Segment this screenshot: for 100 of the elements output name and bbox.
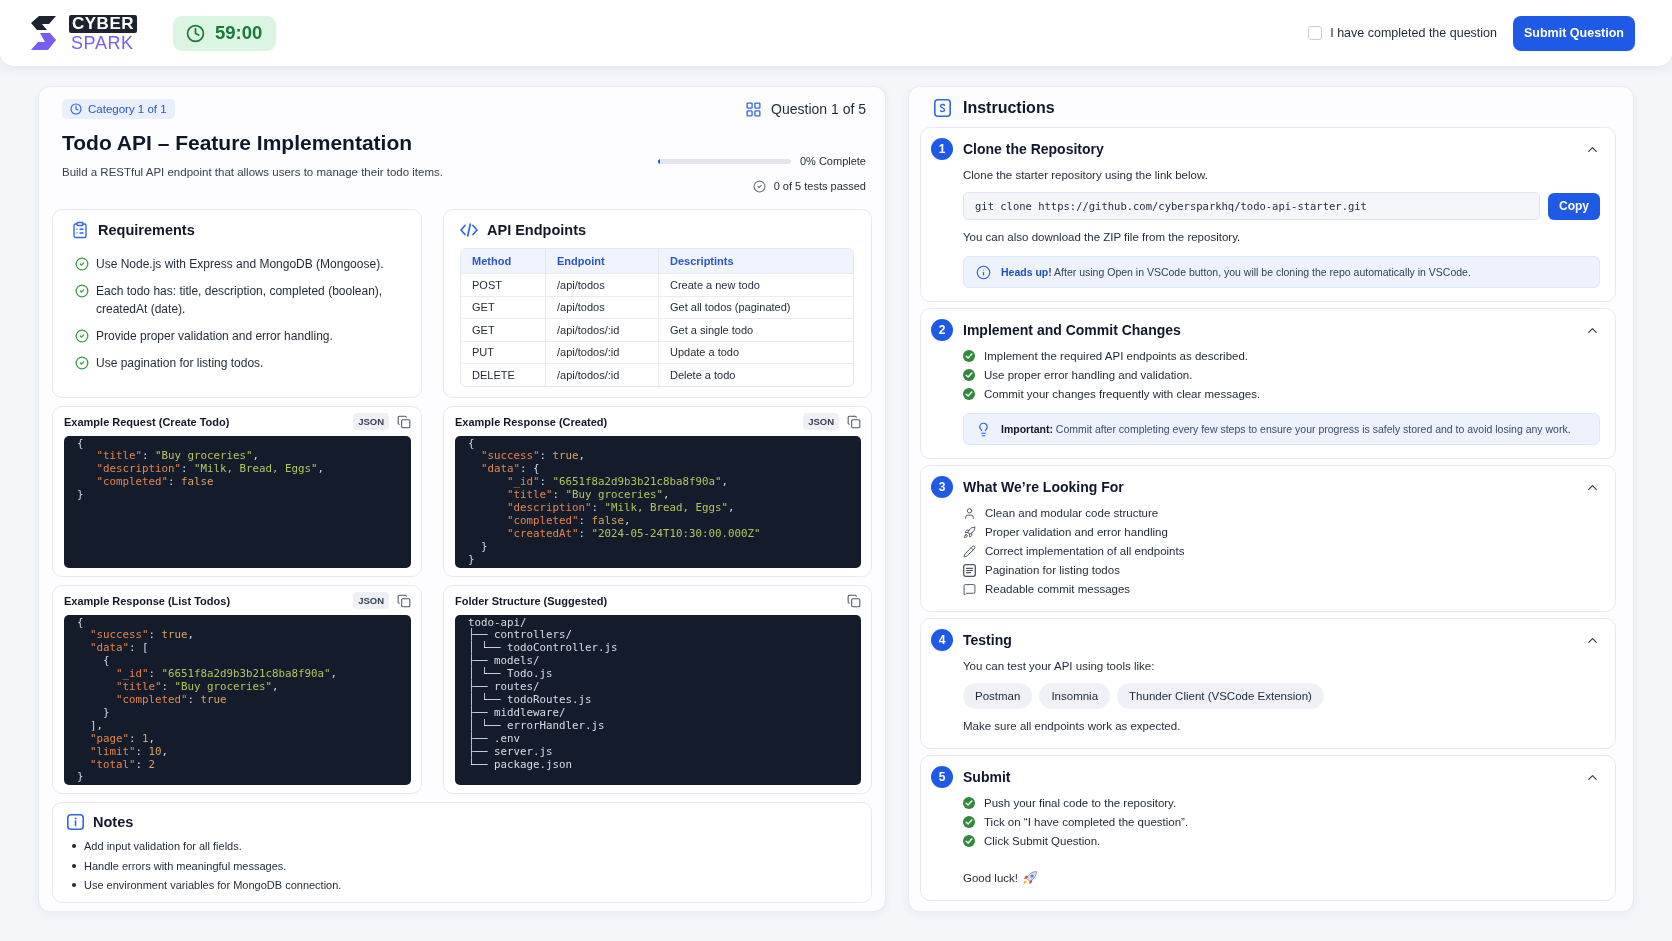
table-cell: /api/todos xyxy=(546,273,659,296)
copy-icon[interactable] xyxy=(847,414,861,429)
step-title: Clone the Repository xyxy=(963,141,1105,157)
note-text: Handle errors with meaningful messages. xyxy=(84,859,287,872)
lightbulb-icon xyxy=(976,421,991,437)
clock-icon xyxy=(186,23,205,43)
checklist-text: Commit your changes frequently with clear messages. xyxy=(984,388,1261,400)
bullet-icon xyxy=(72,863,76,868)
code-title: Example Response (Created) xyxy=(455,415,608,428)
code-icon xyxy=(460,223,478,237)
rocket-icon xyxy=(1022,870,1037,886)
document-icon xyxy=(934,99,951,117)
check-circle-icon xyxy=(963,350,975,362)
table-cell: Delete a todo xyxy=(659,363,853,386)
table-cell: /api/todos/:id xyxy=(546,318,659,341)
table-cell: /api/todos/:id xyxy=(546,340,659,363)
table-cell: Update a todo xyxy=(659,340,853,363)
table-cell: Get a single todo xyxy=(659,318,853,341)
tests-passed-text: 0 of 5 tests passed xyxy=(773,180,866,192)
question-description: Build a RESTful API endpoint that allows users to manage their todo items. xyxy=(62,165,443,180)
completed-checkbox[interactable] xyxy=(1308,26,1323,40)
checkbox-label: I have completed the question xyxy=(1330,26,1497,40)
rocket-icon xyxy=(963,525,976,539)
step-number: 1 xyxy=(931,138,953,160)
code-title: Folder Structure (Suggested) xyxy=(455,594,608,607)
logo-text: SPARK xyxy=(70,35,134,51)
code-block: { "success": true, "data": [ { "_id": "6651f8a2d9b3b21c8ba8f90a", "title": "Buy groceries", "completed": true } ], "page": 1, "limit": 10, "total": 2 } xyxy=(64,614,411,786)
copy-button[interactable]: Copy xyxy=(1548,192,1600,220)
check-circle-icon xyxy=(963,369,975,381)
info-icon xyxy=(67,814,84,831)
code-block: { "title": "Buy groceries", "description": "Milk, Bread, Eggs", "completed": false } xyxy=(64,435,411,568)
table-cell: GET xyxy=(461,318,546,341)
list-icon xyxy=(963,563,976,577)
note-text: Add input validation for all fields. xyxy=(84,840,242,853)
checklist-text: Implement the required API endpoints as described. xyxy=(984,350,1249,362)
table-cell: PUT xyxy=(461,340,546,363)
check-circle-icon xyxy=(963,388,975,400)
code-block: todo-api/ ├── controllers/ │ └── todoController.js ├── models/ │ └── Todo.js ├── routes/ │ └── todoRoutes.js ├── middleware/ │ └── errorHandler.js ├── .env ├── server.js └── package.json xyxy=(455,614,861,786)
tool-tag: Insomnia xyxy=(1039,683,1111,709)
table-cell: DELETE xyxy=(461,363,546,386)
tool-tag: Postman xyxy=(963,683,1033,709)
format-tag: JSON xyxy=(803,413,839,430)
card-title: Notes xyxy=(93,814,134,831)
copy-icon[interactable] xyxy=(397,414,411,429)
code-title: Example Request (Create Todo) xyxy=(64,415,230,428)
requirement-text: Use Node.js with Express and MongoDB (Mongoose). xyxy=(96,256,384,273)
table-cell: GET xyxy=(461,295,546,318)
check-circle-icon xyxy=(75,329,89,343)
step-title: Implement and Commit Changes xyxy=(963,322,1182,338)
step-number: 3 xyxy=(931,476,953,498)
bullet-icon xyxy=(72,844,76,849)
copy-icon[interactable] xyxy=(847,593,861,608)
requirement-text: Use pagination for listing todos. xyxy=(96,355,264,372)
check-circle-icon xyxy=(963,797,975,809)
logo-icon xyxy=(31,16,56,50)
table-cell: Get all todos (paginated) xyxy=(659,295,853,318)
step-number: 2 xyxy=(931,319,953,341)
question-title: Todo API – Feature Implementation xyxy=(62,130,413,156)
chat-icon xyxy=(963,582,976,596)
checklist-text: Tick on “I have completed the question”. xyxy=(984,816,1189,828)
submit-button[interactable]: Submit Question xyxy=(1513,15,1635,51)
checklist-text: Click Submit Question. xyxy=(984,835,1101,847)
step-text: You can test your API using tools like: xyxy=(963,659,1156,674)
question-counter: Question 1 of 5 xyxy=(771,101,866,117)
checklist-text: Push your final code to the repository. xyxy=(984,797,1177,809)
check-circle-icon xyxy=(963,835,975,847)
command-field[interactable]: git clone https://github.com/cybersparkhq/todo-api-starter.git xyxy=(963,192,1540,220)
check-circle-icon xyxy=(75,284,89,298)
step-number: 4 xyxy=(931,629,953,651)
check-circle-icon xyxy=(752,179,766,193)
format-tag: JSON xyxy=(353,592,389,610)
check-circle-icon xyxy=(75,356,89,370)
timer-text: 59:00 xyxy=(215,22,263,44)
requirement-text: Each todo has: title, description, completed (boolean), createdAt (date). xyxy=(96,283,384,318)
info-icon xyxy=(976,264,991,280)
pencil-icon xyxy=(963,544,976,558)
card-title: API Endpoints xyxy=(487,222,587,238)
progress-label: 0% Complete xyxy=(799,155,866,167)
code-block: { "success": true, "data": { "_id": "6651f8a2d9b3b21c8ba8f90a", "title": "Buy groceries", "description": "Milk, Bread, Eggs", "completed": false, "createdAt": "2024-05-24T10:30:00.000Z" } } xyxy=(455,435,861,568)
column-header: Descriptints xyxy=(659,249,853,273)
clock-icon xyxy=(70,103,82,115)
clipboard-icon xyxy=(71,221,89,239)
format-tag: JSON xyxy=(353,413,389,430)
step-text: Clone the starter repository using the link below. xyxy=(963,168,1209,183)
step-title: Testing xyxy=(963,632,1013,648)
requirement-text: Provide proper validation and error handling. xyxy=(96,328,333,345)
tool-tag: Thunder Client (VSCode Extension) xyxy=(1117,683,1324,709)
bullet-icon xyxy=(72,883,76,888)
table-cell: /api/todos xyxy=(546,295,659,318)
copy-icon[interactable] xyxy=(397,593,411,608)
table-cell: /api/todos/:id xyxy=(546,363,659,386)
card-title: Requirements xyxy=(98,222,195,238)
criteria-text: Clean and modular code structure xyxy=(985,507,1159,519)
logo-text: CYBER xyxy=(69,15,137,33)
check-circle-icon xyxy=(963,816,975,828)
category-text: Category 1 of 1 xyxy=(88,103,167,115)
criteria-text: Pagination for listing todos xyxy=(985,564,1120,576)
step-text: You can also download the ZIP file from the repository. xyxy=(963,230,1242,245)
alert-text: Heads up! After using Open in VSCode button, you will be cloning the repo automatically in VSCode. xyxy=(1001,265,1471,279)
alert-text: Important: Commit after completing every few steps to ensure your progress is safely stored and to avoid losing any work. xyxy=(1001,422,1571,436)
